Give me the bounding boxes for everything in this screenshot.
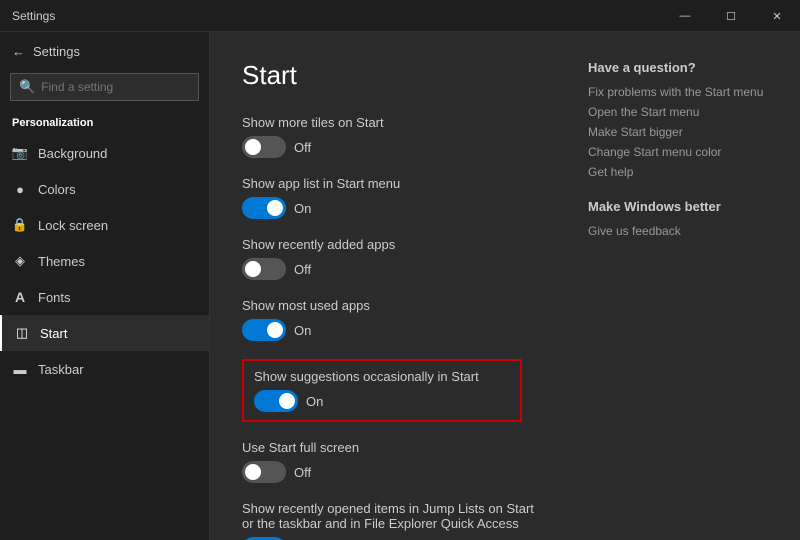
toggle-thumb-show-more-tiles — [245, 139, 261, 155]
setting-show-most-used: Show most used apps On — [242, 298, 548, 341]
setting-label-show-suggestions: Show suggestions occasionally in Start — [254, 369, 510, 384]
toggle-track-show-app-list — [242, 197, 286, 219]
setting-show-recently-opened: Show recently opened items in Jump Lists… — [242, 501, 548, 540]
content-main: Start Show more tiles on Start Off Show … — [242, 60, 548, 512]
setting-show-more-tiles: Show more tiles on Start Off — [242, 115, 548, 158]
themes-icon: ◈ — [12, 253, 28, 269]
back-label: Settings — [33, 44, 80, 59]
toggle-thumb-use-full-screen — [245, 464, 261, 480]
page-title: Start — [242, 60, 548, 91]
toggle-show-suggestions[interactable] — [254, 390, 298, 412]
sidebar-label-fonts: Fonts — [38, 290, 71, 305]
toggle-wrapper-show-more-tiles: Off — [242, 136, 548, 158]
setting-label-show-more-tiles: Show more tiles on Start — [242, 115, 548, 130]
sidebar-label-colors: Colors — [38, 182, 76, 197]
toggle-state-show-more-tiles: Off — [294, 140, 311, 155]
section-title: Personalization — [0, 107, 209, 135]
back-button[interactable]: ← Settings — [0, 36, 209, 67]
toggle-state-show-app-list: On — [294, 201, 311, 216]
toggle-state-show-recently-added: Off — [294, 262, 311, 277]
toggle-show-more-tiles[interactable] — [242, 136, 286, 158]
toggle-track-show-more-tiles — [242, 136, 286, 158]
setting-show-app-list: Show app list in Start menu On — [242, 176, 548, 219]
back-arrow-icon: ← — [12, 44, 25, 59]
search-box[interactable]: 🔍 — [10, 73, 199, 101]
titlebar-controls: — ☐ ✕ — [662, 0, 800, 31]
help-link-color[interactable]: Change Start menu color — [588, 145, 768, 159]
toggle-show-recently-added[interactable] — [242, 258, 286, 280]
toggle-track-show-suggestions — [254, 390, 298, 412]
toggle-track-use-full-screen — [242, 461, 286, 483]
app-body: ← Settings 🔍 Personalization 📷 Backgroun… — [0, 32, 800, 540]
sidebar-label-start: Start — [40, 326, 67, 341]
sidebar-label-lock-screen: Lock screen — [38, 218, 108, 233]
sidebar-label-background: Background — [38, 146, 107, 161]
setting-show-recently-added: Show recently added apps Off — [242, 237, 548, 280]
content-area: Start Show more tiles on Start Off Show … — [210, 32, 800, 540]
lock-icon: 🔒 — [12, 217, 28, 233]
close-button[interactable]: ✕ — [754, 0, 800, 32]
toggle-use-full-screen[interactable] — [242, 461, 286, 483]
sidebar-item-fonts[interactable]: A Fonts — [0, 279, 209, 315]
setting-label-show-most-used: Show most used apps — [242, 298, 548, 313]
titlebar: Settings — ☐ ✕ — [0, 0, 800, 32]
sidebar: ← Settings 🔍 Personalization 📷 Backgroun… — [0, 32, 210, 540]
help-heading: Have a question? — [588, 60, 768, 75]
toggle-thumb-show-most-used — [267, 322, 283, 338]
toggle-state-show-most-used: On — [294, 323, 311, 338]
toggle-wrapper-use-full-screen: Off — [242, 461, 548, 483]
help-link-open[interactable]: Open the Start menu — [588, 105, 768, 119]
toggle-wrapper-show-suggestions: On — [254, 390, 510, 412]
sidebar-item-taskbar[interactable]: ▬ Taskbar — [0, 351, 209, 387]
help-link-fix[interactable]: Fix problems with the Start menu — [588, 85, 768, 99]
sidebar-label-themes: Themes — [38, 254, 85, 269]
setting-label-show-recently-opened: Show recently opened items in Jump Lists… — [242, 501, 548, 531]
sidebar-item-colors[interactable]: ● Colors — [0, 171, 209, 207]
help-panel: Have a question? Fix problems with the S… — [588, 60, 768, 512]
sidebar-item-start[interactable]: ◫ Start — [0, 315, 209, 351]
toggle-wrapper-show-recently-added: Off — [242, 258, 548, 280]
feedback-section: Make Windows better Give us feedback — [588, 199, 768, 238]
toggle-state-show-suggestions: On — [306, 394, 323, 409]
setting-label-show-recently-added: Show recently added apps — [242, 237, 548, 252]
setting-label-use-full-screen: Use Start full screen — [242, 440, 548, 455]
sidebar-label-taskbar: Taskbar — [38, 362, 84, 377]
toggle-track-show-most-used — [242, 319, 286, 341]
titlebar-title: Settings — [12, 9, 55, 23]
toggle-show-app-list[interactable] — [242, 197, 286, 219]
toggle-wrapper-show-app-list: On — [242, 197, 548, 219]
setting-use-full-screen: Use Start full screen Off — [242, 440, 548, 483]
maximize-button[interactable]: ☐ — [708, 0, 754, 32]
setting-label-show-app-list: Show app list in Start menu — [242, 176, 548, 191]
start-icon: ◫ — [14, 325, 30, 341]
fonts-icon: A — [12, 289, 28, 305]
feedback-heading: Make Windows better — [588, 199, 768, 214]
help-link-bigger[interactable]: Make Start bigger — [588, 125, 768, 139]
toggle-thumb-show-recently-added — [245, 261, 261, 277]
sidebar-item-lock-screen[interactable]: 🔒 Lock screen — [0, 207, 209, 243]
toggle-thumb-show-suggestions — [279, 393, 295, 409]
toggle-wrapper-show-most-used: On — [242, 319, 548, 341]
background-icon: 📷 — [12, 145, 28, 161]
sidebar-item-background[interactable]: 📷 Background — [0, 135, 209, 171]
feedback-link[interactable]: Give us feedback — [588, 224, 768, 238]
colors-icon: ● — [12, 181, 28, 197]
search-icon: 🔍 — [19, 79, 35, 95]
setting-show-suggestions-highlighted: Show suggestions occasionally in Start O… — [242, 359, 522, 422]
toggle-thumb-show-app-list — [267, 200, 283, 216]
toggle-state-use-full-screen: Off — [294, 465, 311, 480]
help-link-get-help[interactable]: Get help — [588, 165, 768, 179]
minimize-button[interactable]: — — [662, 0, 708, 32]
search-input[interactable] — [41, 80, 190, 94]
toggle-track-show-recently-added — [242, 258, 286, 280]
sidebar-item-themes[interactable]: ◈ Themes — [0, 243, 209, 279]
taskbar-icon: ▬ — [12, 361, 28, 377]
toggle-show-most-used[interactable] — [242, 319, 286, 341]
